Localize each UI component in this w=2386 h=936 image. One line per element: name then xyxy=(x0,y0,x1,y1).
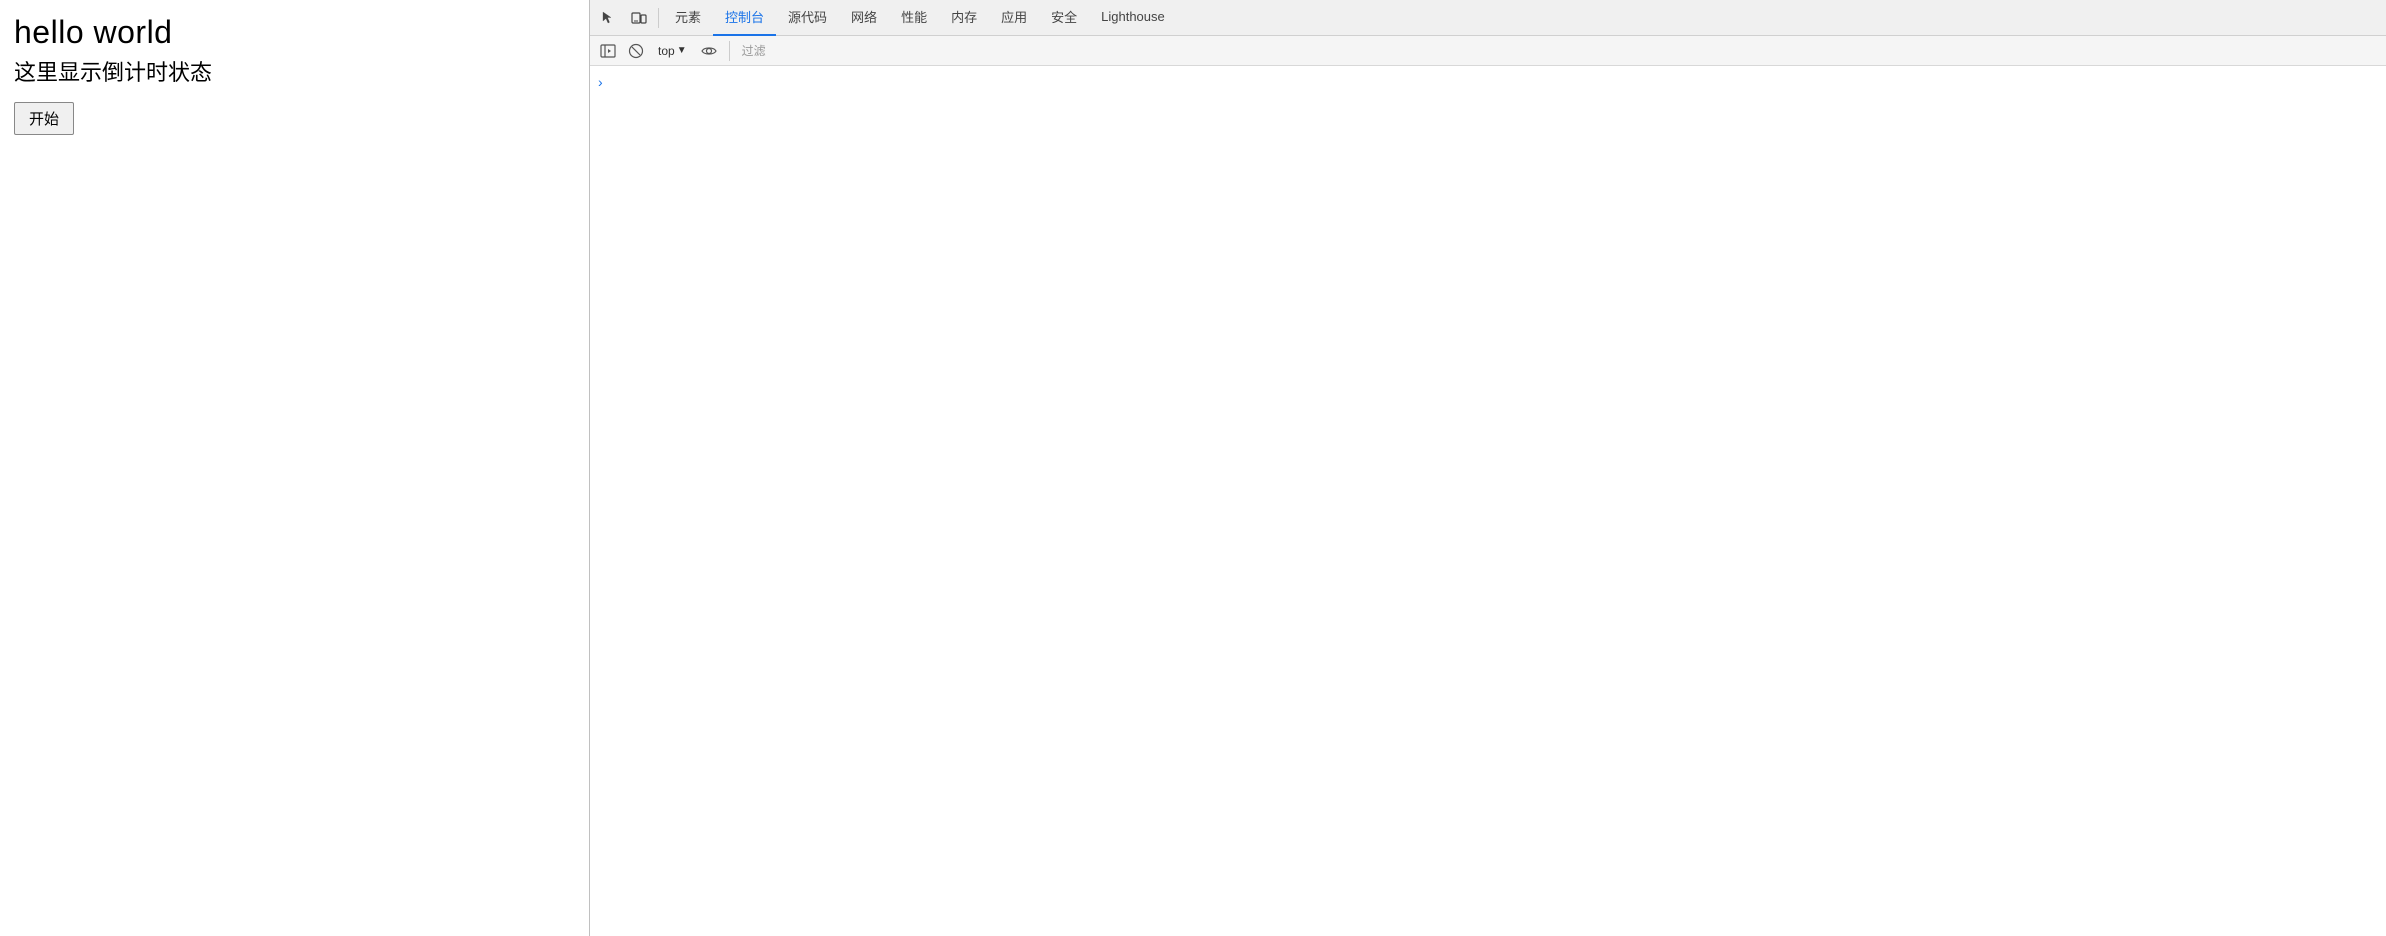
tab-network[interactable]: 网络 xyxy=(839,0,889,36)
context-dropdown-label: top xyxy=(658,44,675,58)
devtools-tab-bar: 元素 控制台 源代码 网络 性能 内存 应用 安全 Lighthouse xyxy=(590,0,2386,36)
inspect-element-icon[interactable] xyxy=(594,3,624,33)
devtools-panel: 元素 控制台 源代码 网络 性能 内存 应用 安全 Lighthouse xyxy=(590,0,2386,936)
context-dropdown[interactable]: top ▼ xyxy=(652,42,693,60)
tab-console[interactable]: 控制台 xyxy=(713,0,776,36)
chevron-down-icon: ▼ xyxy=(677,45,687,56)
start-button[interactable]: 开始 xyxy=(14,102,74,135)
tab-security[interactable]: 安全 xyxy=(1039,0,1089,36)
page-subtitle: 这里显示倒计时状态 xyxy=(14,58,575,89)
clear-console-button[interactable] xyxy=(624,39,648,63)
console-content: › xyxy=(590,66,2386,936)
tab-separator-1 xyxy=(658,8,659,28)
device-toolbar-icon[interactable] xyxy=(624,3,654,33)
toolbar-separator xyxy=(729,41,730,61)
tab-lighthouse[interactable]: Lighthouse xyxy=(1089,0,1177,36)
tab-elements[interactable]: 元素 xyxy=(663,0,713,36)
live-expressions-button[interactable] xyxy=(697,39,721,63)
console-toolbar: top ▼ xyxy=(590,36,2386,66)
console-filter-input[interactable] xyxy=(738,40,2380,62)
tab-sources[interactable]: 源代码 xyxy=(776,0,839,36)
tab-application[interactable]: 应用 xyxy=(989,0,1039,36)
console-sidebar-toggle[interactable] xyxy=(596,39,620,63)
tab-memory[interactable]: 内存 xyxy=(939,0,989,36)
page-title: hello world xyxy=(14,12,575,54)
webpage-panel: hello world 这里显示倒计时状态 开始 xyxy=(0,0,590,936)
tab-performance[interactable]: 性能 xyxy=(889,0,939,36)
console-prompt-arrow[interactable]: › xyxy=(598,72,2378,92)
